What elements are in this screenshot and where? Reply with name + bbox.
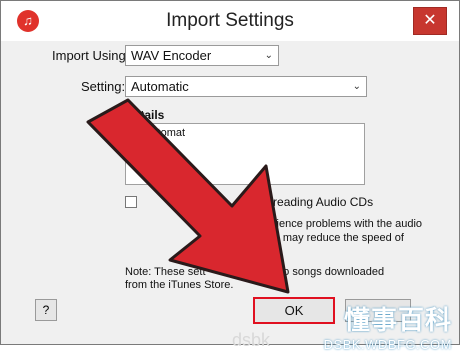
watermark-chinese: 懂事百科 — [343, 305, 452, 335]
import-using-label: Import Using: — [52, 48, 130, 63]
title-bar: ♫ Import Settings ✕ — [1, 1, 459, 41]
watermark-bottom: dsbk — [232, 330, 271, 350]
import-using-select[interactable]: WAV Encoder ⌄ — [125, 45, 279, 66]
note-line1-start: Note: These sett — [125, 266, 206, 278]
help-button[interactable]: ? — [35, 299, 57, 321]
help-text-line2: This may reduce the speed of — [259, 232, 404, 244]
import-using-value: WAV Encoder — [131, 48, 212, 63]
error-correction-checkbox[interactable] — [125, 196, 137, 208]
details-label: Details — [125, 108, 165, 122]
details-text: All automat — [130, 127, 186, 139]
setting-label: Setting: — [81, 79, 126, 94]
watermark: 懂事百科 DSBK.WDBFG.COM — [324, 300, 452, 352]
help-text-line1: experience problems with the audio — [249, 218, 423, 230]
import-settings-dialog: ♫ Import Settings ✕ Import Using: WAV En… — [0, 0, 460, 345]
close-icon: ✕ — [423, 12, 437, 29]
chevron-down-icon: ⌄ — [264, 50, 273, 61]
setting-value: Automatic — [131, 79, 189, 94]
chevron-down-icon: ⌄ — [352, 81, 361, 92]
note-line1-end: ply to songs downloaded — [263, 266, 385, 278]
details-box: All automat — [125, 123, 365, 185]
setting-select[interactable]: Automatic ⌄ — [125, 76, 367, 97]
dialog-title: Import Settings — [166, 10, 294, 31]
close-button[interactable]: ✕ — [413, 7, 447, 35]
note-line2: from the iTunes Store. — [125, 279, 234, 291]
error-correction-label: when reading Audio CDs — [241, 195, 374, 209]
